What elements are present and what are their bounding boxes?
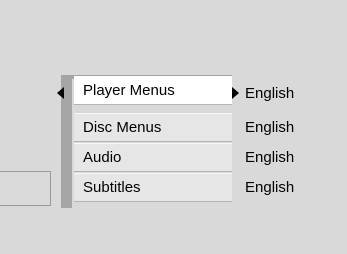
menu-item-label: Audio <box>83 149 122 166</box>
triangle-right-icon[interactable] <box>232 87 239 99</box>
menu-item-disc-menus[interactable]: Disc Menus <box>74 113 232 142</box>
language-settings-menu: Player Menus Disc Menus Audio Subtitles <box>57 75 232 208</box>
partial-panel <box>0 171 51 206</box>
value-subtitles: English <box>245 179 295 196</box>
value-audio: English <box>245 149 295 166</box>
value-player-menus: English <box>245 85 295 102</box>
value-disc-menus: English <box>245 119 295 136</box>
menu-item-audio[interactable]: Audio <box>74 143 232 172</box>
menu-item-subtitles[interactable]: Subtitles <box>74 173 232 202</box>
menu-item-player-menus[interactable]: Player Menus <box>74 76 232 105</box>
menu-item-label: Disc Menus <box>83 119 162 136</box>
menu-item-label: Subtitles <box>83 179 141 196</box>
triangle-left-icon[interactable] <box>57 87 64 99</box>
menu-item-label: Player Menus <box>83 82 175 99</box>
